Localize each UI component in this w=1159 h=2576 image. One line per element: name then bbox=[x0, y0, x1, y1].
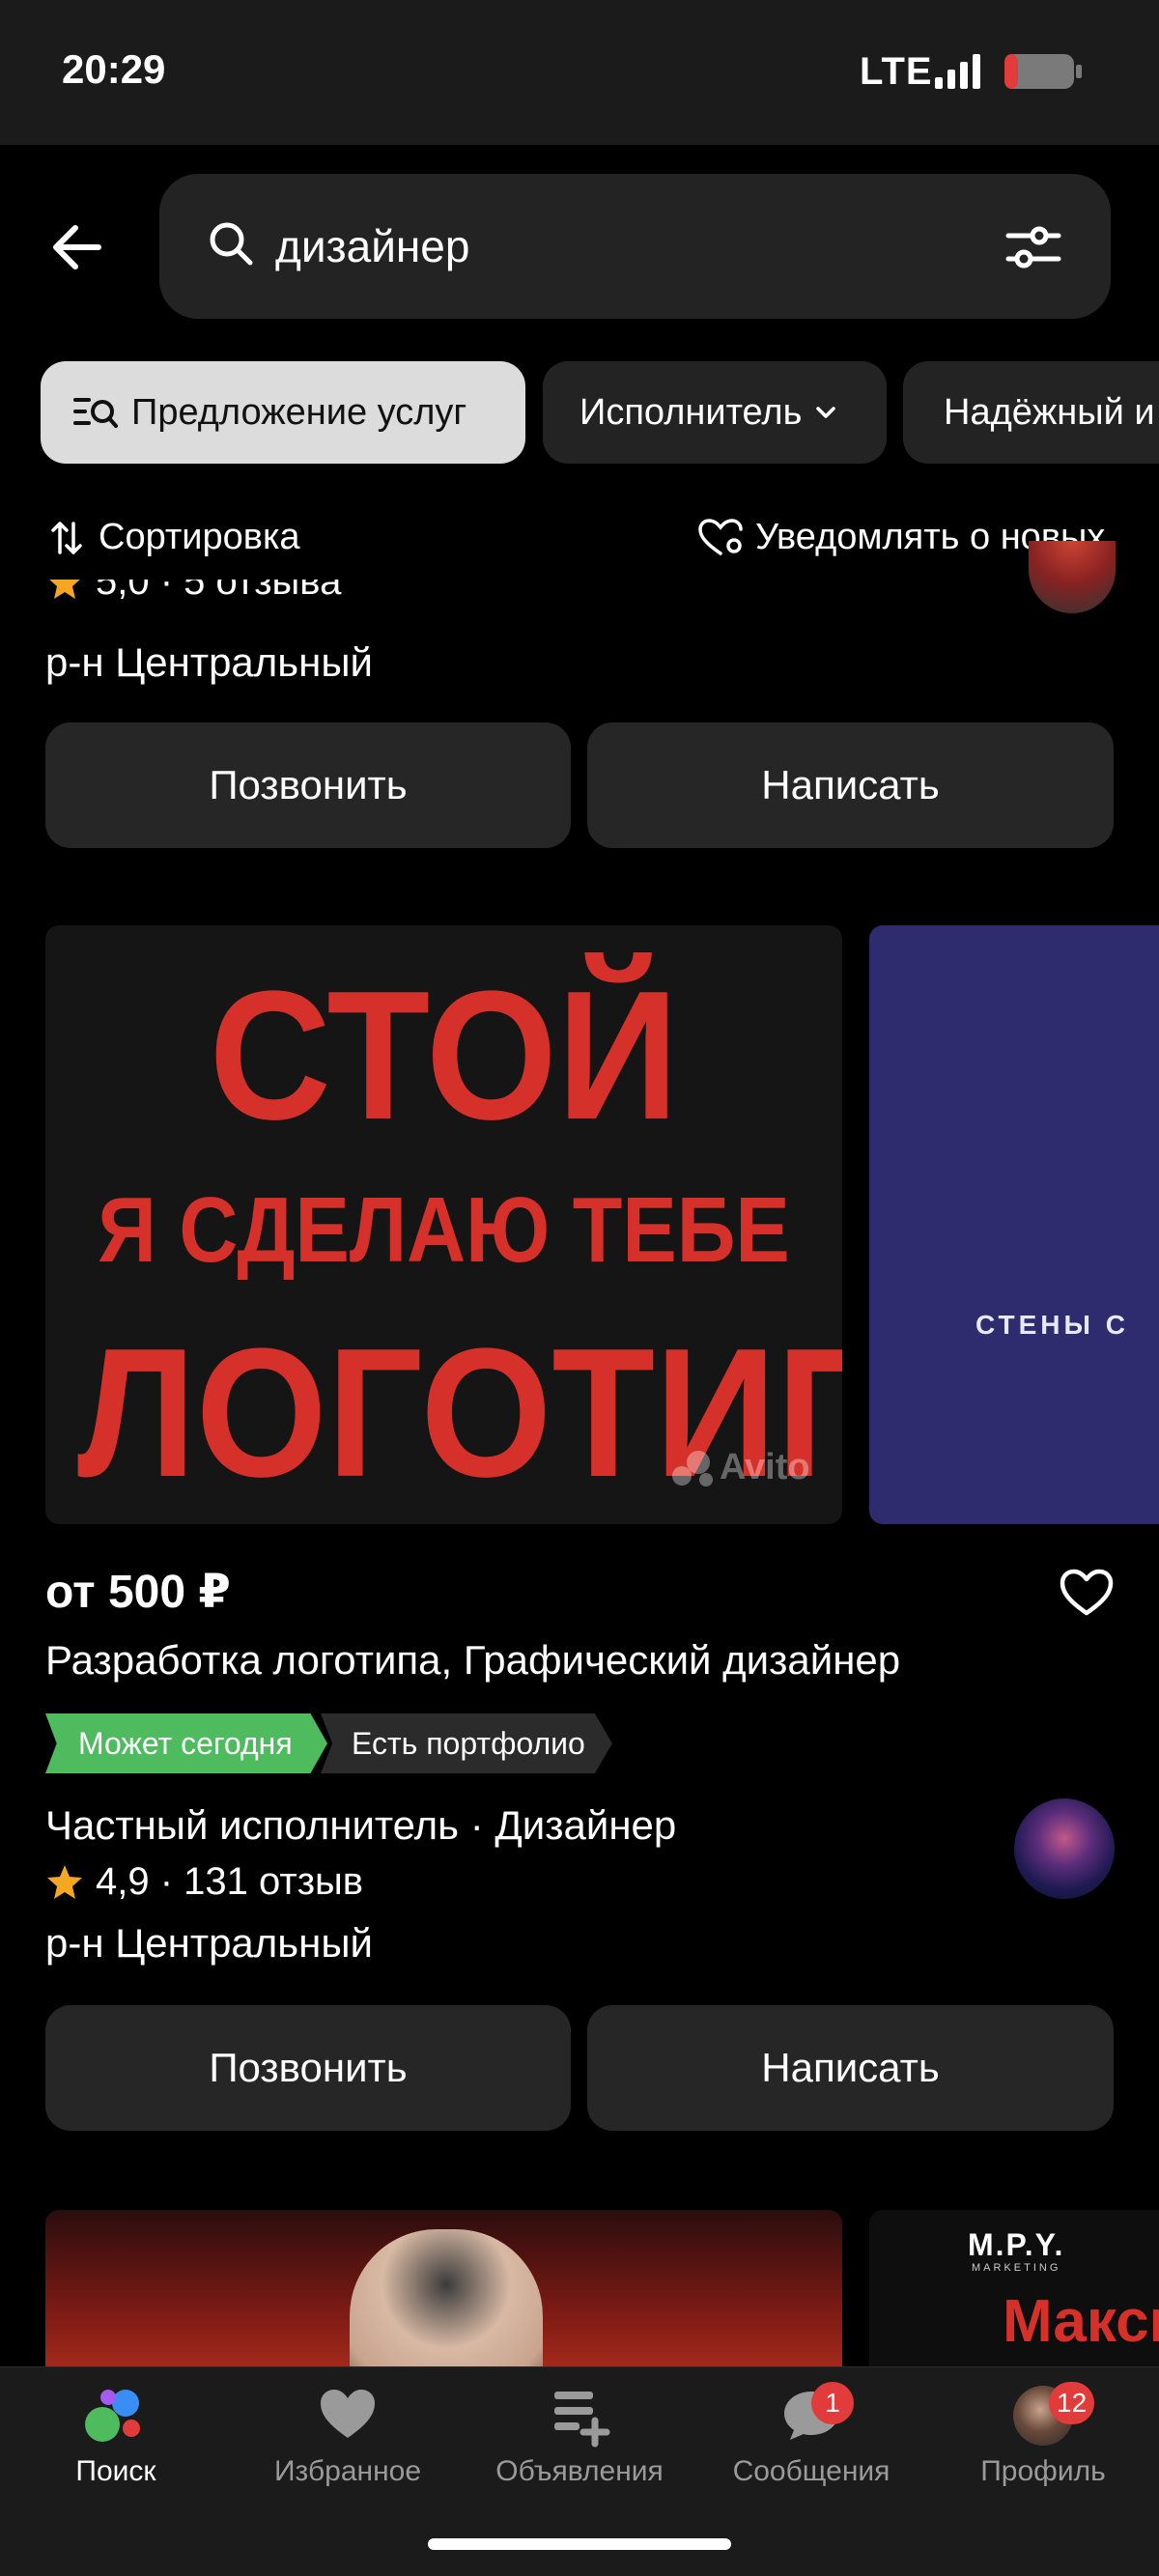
message-button[interactable]: Написать bbox=[587, 2005, 1114, 2131]
avito-watermark: Avito bbox=[671, 1447, 810, 1488]
tab-label: Профиль bbox=[980, 2455, 1106, 2487]
prev-message-button[interactable]: Написать bbox=[587, 722, 1114, 848]
prev-call-button[interactable]: Позвонить bbox=[45, 722, 571, 848]
list-search-icon bbox=[73, 396, 118, 429]
sort-arrows-icon bbox=[50, 520, 83, 556]
tab-profile[interactable]: Профиль bbox=[947, 2386, 1140, 2488]
name-text: Макси bbox=[1003, 2288, 1159, 2355]
star-icon bbox=[45, 580, 84, 602]
filter-settings-icon[interactable] bbox=[1004, 222, 1062, 277]
listing-price: от 500 ₽ bbox=[45, 1567, 231, 1618]
heart-icon bbox=[251, 2386, 444, 2448]
avito-logo-icon bbox=[672, 1450, 713, 1486]
messages-count-badge: 1 bbox=[811, 2382, 854, 2424]
signal-icon bbox=[935, 50, 989, 94]
listing-title[interactable]: Разработка логотипа, Графический дизайне… bbox=[45, 1637, 900, 1684]
listing-image[interactable]: СТОЙ Я СДЕЛАЮ ТЕБЕ ЛОГОТИП Avito bbox=[45, 925, 842, 1524]
chevron-down-icon bbox=[815, 406, 836, 419]
heart-bell-icon bbox=[697, 518, 744, 557]
chat-icon bbox=[715, 2386, 908, 2448]
search-query[interactable]: дизайнер bbox=[275, 220, 469, 272]
seller-district: р-н Центральный bbox=[45, 1920, 374, 1966]
prev-card-district: р-н Центральный bbox=[45, 639, 374, 685]
image-text-line1: СТОЙ bbox=[209, 953, 679, 1158]
tab-listings[interactable]: Объявления bbox=[483, 2386, 676, 2488]
seller-name[interactable]: Частный исполнитель · Дизайнер bbox=[45, 1802, 676, 1849]
star-icon bbox=[45, 1863, 84, 1902]
image-text-line2: Я СДЕЛАЮ ТЕБЕ bbox=[98, 1178, 790, 1282]
prev-card-rating: 5,0 · 5 отзыва bbox=[45, 580, 451, 622]
status-time: 20:29 bbox=[62, 46, 166, 92]
tab-favorites[interactable]: Избранное bbox=[251, 2386, 444, 2488]
listing-image-2[interactable]: СТЕНЫ С bbox=[869, 925, 1159, 1524]
chip-reliable[interactable]: Надёжный и bbox=[903, 361, 1159, 464]
seller-rating: 4,9 · 131 отзыв bbox=[45, 1860, 363, 1904]
chip-label: Исполнитель bbox=[580, 391, 803, 433]
prev-seller-avatar[interactable] bbox=[1029, 541, 1116, 613]
search-dots-icon bbox=[19, 2386, 212, 2448]
tab-label: Избранное bbox=[273, 2455, 422, 2487]
seller-avatar[interactable] bbox=[1014, 1798, 1115, 1899]
favorite-heart-icon[interactable] bbox=[1059, 1569, 1115, 1622]
home-indicator[interactable] bbox=[428, 2538, 731, 2550]
side-image-text: СТЕНЫ С bbox=[975, 1310, 1129, 1340]
badge-available-today: Может сегодня bbox=[45, 1713, 327, 1773]
add-listing-icon bbox=[483, 2386, 676, 2448]
battery-icon bbox=[1004, 54, 1082, 94]
network-type: LTE bbox=[860, 50, 933, 93]
back-arrow-icon[interactable] bbox=[48, 218, 106, 281]
sort-label: Сортировка bbox=[99, 517, 300, 557]
search-icon bbox=[208, 220, 256, 273]
chip-label: Предложение услуг bbox=[131, 391, 467, 433]
tab-label: Поиск bbox=[75, 2455, 156, 2487]
tab-label: Сообщения bbox=[732, 2455, 890, 2487]
person-photo bbox=[350, 2229, 543, 2374]
chip-service-offer[interactable]: Предложение услуг bbox=[41, 361, 525, 464]
chip-label: Надёжный и bbox=[944, 391, 1155, 433]
next-listing-image-2[interactable]: M.P.Y. MARKETING Макси bbox=[869, 2210, 1159, 2374]
tab-search[interactable]: Поиск bbox=[19, 2386, 212, 2488]
profile-count-badge: 12 bbox=[1049, 2382, 1095, 2424]
chip-performer[interactable]: Исполнитель bbox=[543, 361, 887, 464]
sort-button[interactable]: Сортировка bbox=[50, 517, 300, 558]
next-listing-image[interactable] bbox=[45, 2210, 842, 2374]
brand-subtext: MARKETING bbox=[972, 2262, 1061, 2274]
brand-text: M.P.Y. bbox=[968, 2227, 1065, 2262]
call-button[interactable]: Позвонить bbox=[45, 2005, 571, 2131]
tab-label: Объявления bbox=[495, 2455, 664, 2487]
badge-portfolio: Есть портфолио bbox=[321, 1713, 612, 1773]
